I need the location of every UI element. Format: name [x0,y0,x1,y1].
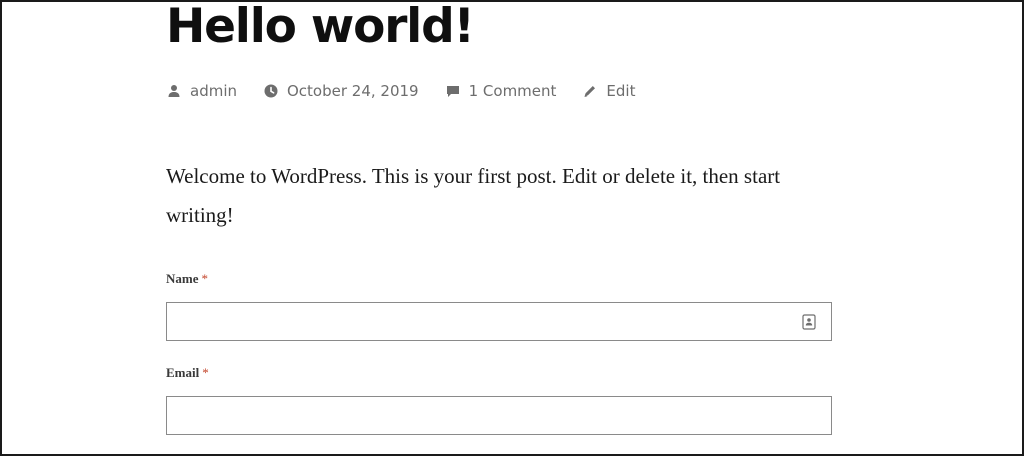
author-link[interactable]: admin [190,82,237,100]
email-label: Email * [166,365,209,381]
page-frame: Hello world! admin October 24, 2019 1 Co… [0,0,1024,456]
post-title[interactable]: Hello world! [166,2,475,56]
comments-link[interactable]: 1 Comment [469,82,557,100]
name-label-text: Name [166,271,199,286]
contact-card-icon[interactable] [802,314,816,330]
meta-comments: 1 Comment [445,82,557,100]
required-mark: * [201,271,209,286]
email-input[interactable] [166,396,832,435]
name-label: Name * [166,271,208,287]
clock-icon [263,83,279,99]
meta-edit: Edit [582,82,635,100]
meta-date: October 24, 2019 [263,82,419,100]
person-icon [166,83,182,99]
post-meta: admin October 24, 2019 1 Comment Edit [166,80,661,102]
required-mark: * [202,365,209,380]
comment-icon [445,83,461,99]
pencil-icon [582,83,598,99]
meta-author: admin [166,82,237,100]
date-link[interactable]: October 24, 2019 [287,82,419,100]
name-input[interactable] [166,302,832,341]
edit-link[interactable]: Edit [606,82,635,100]
post-content: Welcome to WordPress. This is your first… [166,164,781,227]
email-label-text: Email [166,365,200,380]
